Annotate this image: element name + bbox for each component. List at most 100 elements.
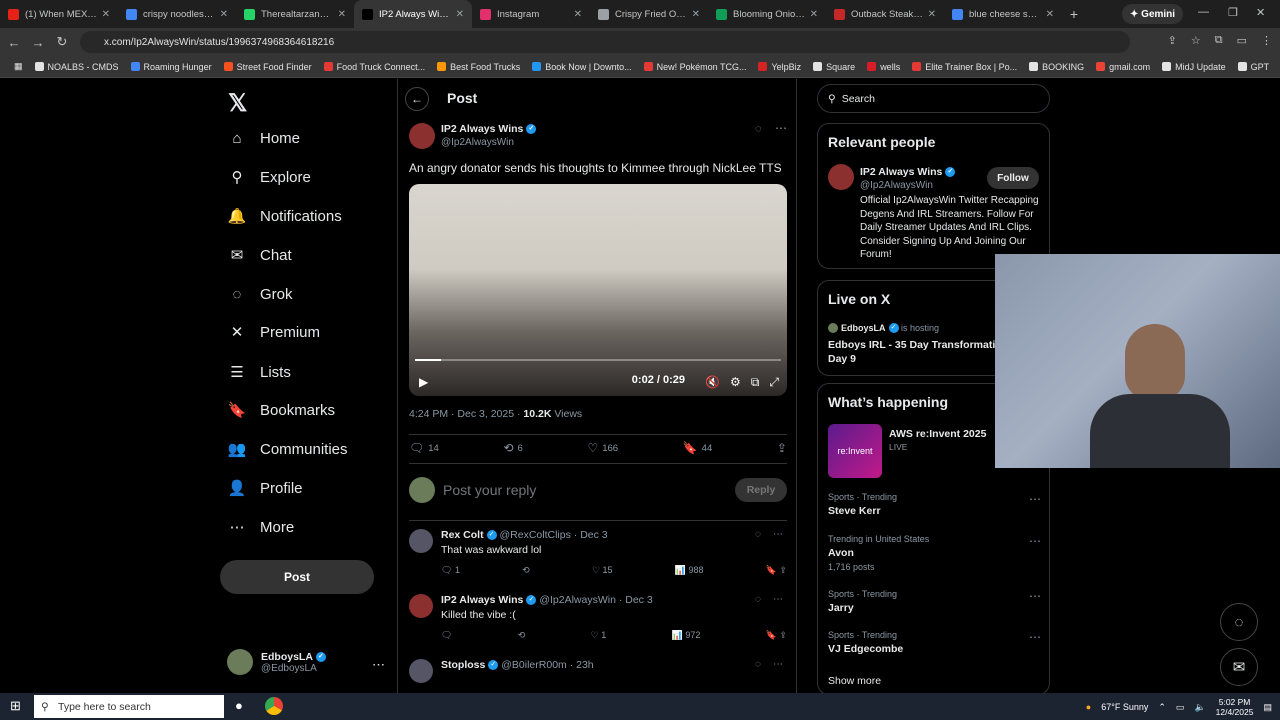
sidebar-item-grok[interactable]: ◌ Grok [228, 285, 293, 303]
gemini-button[interactable]: ✦ Gemini [1122, 4, 1184, 24]
messages-fab-icon[interactable]: ✉ [1220, 648, 1258, 686]
sidebar-item-chat[interactable]: ✉ Chat [228, 246, 292, 265]
tab-close-icon[interactable]: ✕ [456, 9, 464, 20]
tab-close-icon[interactable]: ✕ [1046, 9, 1054, 20]
bookmark-action[interactable]: 🔖 ⇪ [766, 565, 787, 576]
sidebar-item-bookmarks[interactable]: 🔖 Bookmarks [228, 401, 335, 420]
bookmark-item[interactable]: Roaming Hunger [125, 62, 218, 72]
grok-icon[interactable]: ◌ [755, 594, 761, 605]
clock[interactable]: 5:02 PM 12/4/2025 [1216, 697, 1254, 717]
reload-icon[interactable]: ↻ [50, 34, 74, 50]
x-logo-icon[interactable]: 𝕏 [228, 89, 247, 118]
video-progress-bar[interactable] [415, 359, 781, 361]
more-options-icon[interactable]: ⋯ [1029, 630, 1041, 644]
sidebar-item-explore[interactable]: ⚲ Explore [228, 168, 311, 187]
sidebar-item-communities[interactable]: 👥 Communities [228, 440, 348, 459]
volume-icon[interactable]: 🔈 [1194, 702, 1205, 713]
sidebar-item-notifications[interactable]: 🔔 Notifications [228, 207, 342, 226]
tab-close-icon[interactable]: ✕ [928, 9, 936, 20]
author-handle[interactable]: @Ip2AlwaysWin [441, 137, 536, 148]
tab-close-icon[interactable]: ✕ [102, 9, 110, 20]
sidebar-item-profile[interactable]: 👤 Profile [228, 479, 303, 498]
like-action[interactable]: ♡ 15 [592, 565, 613, 576]
event-thumbnail[interactable]: re:Invent [828, 424, 882, 478]
more-options-icon[interactable]: ⋯ [1029, 534, 1041, 548]
share-page-icon[interactable]: ⇪ [1168, 34, 1177, 47]
share-action[interactable]: ⇪ [777, 441, 787, 455]
bookmark-item[interactable]: New! Pokémon TCG... [638, 62, 753, 72]
trend-item[interactable]: Sports · Trending Jarry ⋯ [828, 589, 1043, 614]
apps-icon[interactable]: ▦ [8, 61, 29, 72]
trend-item[interactable]: Sports · Trending VJ Edgecombe ⋯ [828, 630, 1043, 655]
bookmark-item[interactable]: Elite Trainer Box | Po... [906, 62, 1023, 72]
extensions-icon[interactable]: ⧉ [1215, 34, 1223, 47]
follow-button[interactable]: Follow [987, 167, 1039, 189]
sidebar-item-premium[interactable]: ✕ Premium [228, 323, 320, 342]
sidebar-item-more[interactable]: ⋯ More [228, 518, 295, 537]
more-options-icon[interactable]: ⋯ [773, 594, 783, 605]
sidepanel-icon[interactable]: ▭ [1237, 34, 1247, 47]
reply-composer[interactable]: Post your reply Reply [409, 477, 787, 503]
browser-tab[interactable]: IP2 Always Wins on... ✕ [354, 0, 472, 28]
reply-action[interactable]: 🗨 1 [441, 565, 460, 576]
tab-close-icon[interactable]: ✕ [220, 9, 228, 20]
person-name[interactable]: IP2 Always Wins ✓ [860, 166, 956, 178]
more-options-icon[interactable]: ⋯ [773, 529, 783, 540]
live-event[interactable]: Edboys IRL - 35 Day Transformatio [828, 339, 1002, 351]
pip-icon[interactable]: ⧉ [751, 375, 760, 390]
bookmark-item[interactable]: BOOKING [1023, 62, 1090, 72]
bookmark-item[interactable]: YelpBiz [752, 62, 807, 72]
search-input[interactable]: ⚲ Search [817, 84, 1050, 113]
maximize-icon[interactable]: ❐ [1228, 6, 1238, 19]
chevron-up-icon[interactable]: ⌃ [1158, 702, 1166, 713]
tab-close-icon[interactable]: ✕ [692, 9, 700, 20]
avatar[interactable] [409, 659, 433, 683]
bookmark-item[interactable]: Street Food Finder [218, 62, 318, 72]
reply-input[interactable]: Post your reply [443, 482, 536, 498]
new-tab-icon[interactable]: + [1062, 6, 1086, 22]
bookmark-item[interactable]: Best Food Trucks [431, 62, 526, 72]
url-field[interactable]: x.com/Ip2AlwaysWin/status/19963749683646… [80, 31, 1130, 53]
avatar[interactable] [828, 164, 854, 190]
video-player[interactable]: ▶ 0:02 / 0:29 🔇 ⚙ ⧉ ⤢ [409, 184, 787, 396]
close-window-icon[interactable]: ✕ [1256, 6, 1265, 19]
reply-action[interactable]: 🗨 14 [409, 441, 439, 455]
repost-action[interactable]: ⟲ [518, 630, 526, 641]
browser-tab[interactable]: Crispy Fried Onions ✕ [590, 0, 708, 28]
trend-item[interactable]: Trending in United States Avon 1,716 posts… [828, 534, 1043, 572]
notifications-icon[interactable]: ▤ [1263, 702, 1272, 713]
browser-tab[interactable]: (1) When MEXICAN... ✕ [0, 0, 118, 28]
grok-icon[interactable]: ◌ [755, 123, 762, 135]
like-action[interactable]: ♡ 166 [587, 441, 618, 455]
bookmark-item[interactable]: GPT [1232, 62, 1276, 72]
tab-close-icon[interactable]: ✕ [574, 9, 582, 20]
trend-item[interactable]: Sports · Trending Steve Kerr ⋯ [828, 492, 1043, 517]
forward-icon[interactable]: → [26, 35, 50, 50]
bookmark-item[interactable]: Food Truck Connect... [318, 62, 432, 72]
tab-close-icon[interactable]: ✕ [338, 9, 346, 20]
post-author[interactable]: IP2 Always Wins ✓ @Ip2AlwaysWin [409, 123, 537, 149]
reply-header[interactable]: Rex Colt ✓ @RexColtClips · Dec 3 [441, 529, 608, 541]
repost-action[interactable]: ⟲ 6 [503, 441, 522, 455]
avatar[interactable] [409, 594, 433, 618]
tab-close-icon[interactable]: ✕ [810, 9, 818, 20]
star-icon[interactable]: ☆ [1191, 34, 1201, 47]
taskbar-search-input[interactable]: ⚲ Type here to search [34, 695, 224, 718]
more-options-icon[interactable]: ⋯ [1029, 589, 1041, 603]
minimize-icon[interactable]: — [1198, 6, 1209, 18]
more-options-icon[interactable]: ⋯ [775, 121, 787, 135]
bookmark-item[interactable]: NOALBS - CMDS [29, 62, 125, 72]
more-options-icon[interactable]: ⋯ [1029, 492, 1041, 506]
more-options-icon[interactable]: ⋯ [773, 659, 783, 670]
reply-header[interactable]: IP2 Always Wins ✓ @Ip2AlwaysWin · Dec 3 [441, 594, 653, 606]
browser-tab[interactable]: crispy noodles buli... ✕ [118, 0, 236, 28]
grok-icon[interactable]: ◌ [755, 529, 761, 540]
windows-start-icon[interactable]: ⊞ [10, 698, 21, 714]
bookmark-action[interactable]: 🔖 44 [683, 441, 713, 455]
reply-header[interactable]: Stoploss ✓ @B0ilerR00m · 23h [441, 659, 594, 671]
account-more-icon[interactable]: ⋯ [372, 657, 385, 673]
back-icon[interactable]: ← [2, 35, 26, 50]
reply-action[interactable]: 🗨 [441, 630, 452, 641]
mute-icon[interactable]: 🔇 [705, 375, 720, 390]
fullscreen-icon[interactable]: ⤢ [769, 375, 779, 390]
